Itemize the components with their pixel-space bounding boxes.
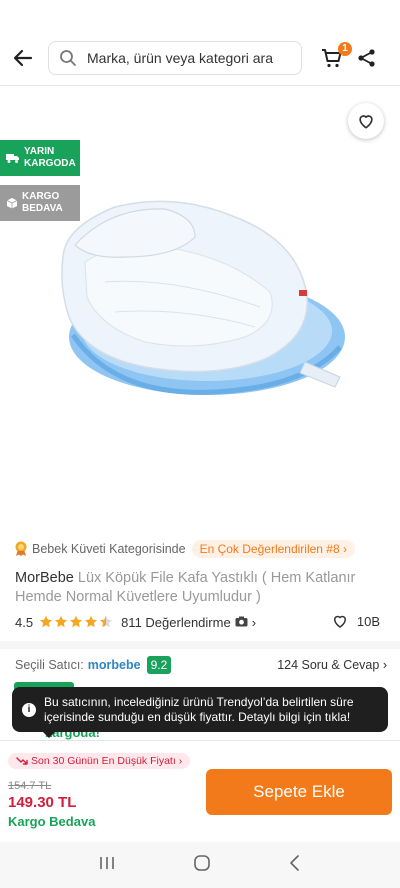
review-count: 811 Değerlendirme xyxy=(121,614,231,630)
share-icon[interactable] xyxy=(356,47,378,69)
star-icon xyxy=(100,615,113,628)
tooltip-text: Bu satıcının, incelediğiniz ürünü Trendy… xyxy=(44,694,354,724)
seller-score-badge: 9.2 xyxy=(146,656,172,674)
free-cargo-label: Kargo Bedava xyxy=(8,814,96,829)
review-count-link[interactable]: 811 Değerlendirme › xyxy=(121,615,256,630)
heart-outline-icon xyxy=(333,615,346,628)
back-arrow-icon[interactable] xyxy=(10,45,36,71)
rating-value: 4.5 xyxy=(15,614,34,630)
product-image xyxy=(61,200,345,395)
box-icon xyxy=(6,197,18,209)
rating-stars xyxy=(39,615,115,629)
rating-row: 4.5 811 Değerlendirme › 10B xyxy=(15,612,385,632)
fast-delivery-line1: YARIN xyxy=(24,146,55,157)
lowest-price-badge[interactable]: Son 30 Günün En Düşük Fiyatı › xyxy=(8,753,191,769)
star-icon xyxy=(70,615,83,628)
system-nav-bar xyxy=(0,842,400,888)
fast-delivery-line2: KARGODA xyxy=(24,158,76,169)
truck-icon xyxy=(6,153,20,164)
current-price: 149.30 TL xyxy=(8,794,77,811)
medal-icon xyxy=(15,541,27,556)
recent-apps-icon[interactable] xyxy=(98,855,116,876)
search-placeholder: Marka, ürün veya kategori ara xyxy=(87,49,273,66)
chevron-right-icon: › xyxy=(382,658,387,672)
home-icon[interactable] xyxy=(193,854,211,877)
chevron-right-icon: › xyxy=(178,755,183,767)
lowest-price-label: Son 30 Günün En Düşük Fiyatı xyxy=(31,755,176,767)
qa-link[interactable]: 124 Soru & Cevap › xyxy=(277,658,387,672)
category-row[interactable]: Bebek Küveti Kategorisinde En Çok Değerl… xyxy=(14,540,356,558)
star-icon xyxy=(55,615,68,628)
trend-down-icon xyxy=(16,757,28,765)
seller-name-link[interactable]: morbebe xyxy=(88,658,141,672)
tooltip-arrow xyxy=(42,731,56,738)
favorite-count[interactable]: 10B xyxy=(331,612,380,630)
best-rated-label: En Çok Değerlendirilen #8 xyxy=(199,542,340,556)
search-input[interactable]: Marka, ürün veya kategori ara xyxy=(48,40,302,75)
seller-row: Seçili Satıcı: morbebe 9.2 124 Soru & Ce… xyxy=(15,654,387,676)
chevron-right-icon: › xyxy=(343,542,348,556)
favorite-button[interactable] xyxy=(348,103,384,139)
section-divider xyxy=(0,641,400,649)
add-to-cart-button[interactable]: Sepete Ekle xyxy=(206,769,392,815)
fast-delivery-badge: YARIN KARGODA xyxy=(0,140,80,176)
back-nav-icon[interactable] xyxy=(288,854,302,877)
search-icon xyxy=(59,49,77,67)
star-icon xyxy=(40,615,53,628)
chevron-right-icon: › xyxy=(251,614,257,630)
old-price: 154.7 TL xyxy=(8,780,52,792)
camera-icon xyxy=(235,615,248,630)
info-icon: i xyxy=(22,702,36,717)
favorite-count-value: 10B xyxy=(356,613,380,629)
qa-label: 124 Soru & Cevap xyxy=(277,658,380,672)
cart-button[interactable]: 1 xyxy=(320,42,352,72)
product-title: MorBebe Lüx Köpük File Kafa Yastıklı ( H… xyxy=(15,569,387,607)
category-text: Bebek Küveti Kategorisinde xyxy=(32,542,186,556)
lowest-price-tooltip[interactable]: i Bu satıcının, incelediğiniz ürünü Tren… xyxy=(12,687,388,738)
product-brand: MorBebe xyxy=(15,570,74,586)
best-rated-badge[interactable]: En Çok Değerlendirilen #8 › xyxy=(191,540,356,558)
star-icon xyxy=(85,615,98,628)
status-bar xyxy=(0,0,400,30)
top-bar: Marka, ürün veya kategori ara 1 xyxy=(0,30,400,86)
seller-label: Seçili Satıcı: xyxy=(15,658,84,672)
bottom-purchase-bar: Son 30 Günün En Düşük Fiyatı › 154.7 TL … xyxy=(0,740,400,842)
cart-badge: 1 xyxy=(338,42,352,56)
product-image-gallery[interactable]: YARIN KARGODA KARGO BEDAVA xyxy=(0,87,400,530)
heart-icon xyxy=(359,115,373,129)
free-shipping-line1: KARGO xyxy=(22,191,60,202)
